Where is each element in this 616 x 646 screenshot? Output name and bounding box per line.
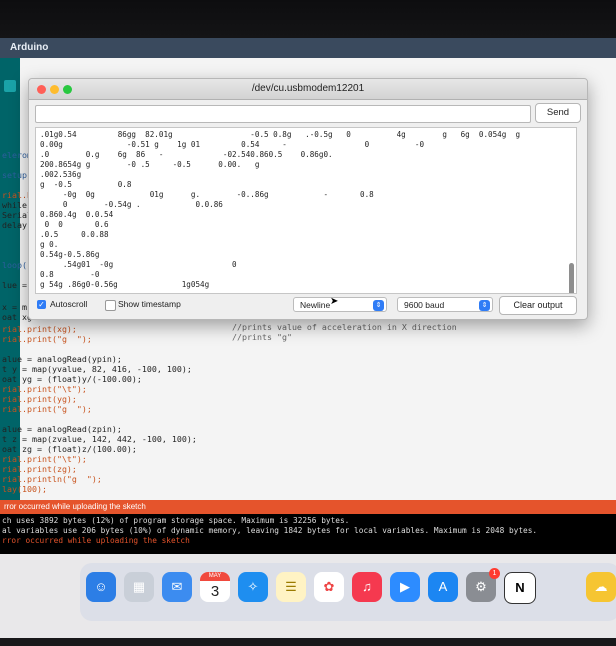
output-line: 0 0 0.6 bbox=[40, 220, 109, 229]
code-line: rial.print(xg); bbox=[2, 324, 77, 334]
send-button[interactable]: Send bbox=[535, 103, 581, 123]
autoscroll-label: Autoscroll bbox=[50, 299, 88, 309]
code-line: oat yg = (float)y/(-100.00); bbox=[2, 374, 142, 384]
app-name: Arduino bbox=[10, 42, 49, 53]
code-line: oat zg = (float)z/(100.00); bbox=[2, 444, 137, 454]
code-line: rial.print("g "); bbox=[2, 404, 92, 414]
dock: ☺ ▦ ✉ MAY 3 ✧ ☰ ✿ ♫ ▶ A ⚙ 1 N ☁ bbox=[80, 563, 616, 621]
serial-controls: ✓ Autoscroll Show timestamp Newline ⇕ 96… bbox=[35, 296, 581, 315]
serial-output[interactable]: .01g0.54 86gg 82.01g -0.5 0.8g .-0.5g 0 … bbox=[35, 127, 577, 294]
mail-icon[interactable]: ✉ bbox=[162, 572, 192, 602]
code-comment: //prints "g" bbox=[232, 332, 292, 342]
notion-icon[interactable]: N bbox=[504, 572, 536, 604]
send-row: Send bbox=[35, 103, 581, 123]
chevron-updown-icon: ⇕ bbox=[479, 300, 490, 311]
output-line: g 0. bbox=[40, 240, 59, 249]
code-fragment: x = m bbox=[2, 302, 27, 312]
console-line: al variables use 206 bytes (10%) of dyna… bbox=[2, 526, 538, 535]
output-line: -0g 0g 01g g. -0..86g - 0.8 bbox=[40, 190, 374, 199]
weather-icon[interactable]: ☁ bbox=[586, 572, 616, 602]
code-line: t y = map(yvalue, 82, 416, -100, 100); bbox=[2, 364, 192, 374]
chevron-updown-icon: ⇕ bbox=[373, 300, 384, 311]
output-line: 0.54g-0.5.86g bbox=[40, 250, 100, 259]
photos-icon[interactable]: ✿ bbox=[314, 572, 344, 602]
calendar-month: MAY bbox=[200, 572, 230, 581]
timestamp-label: Show timestamp bbox=[118, 299, 181, 309]
serial-send-input[interactable] bbox=[35, 105, 531, 123]
code-line: alue = analogRead(ypin); bbox=[2, 354, 122, 364]
output-line: 0.860.4g 0.0.54 bbox=[40, 210, 114, 219]
safari-icon[interactable]: ✧ bbox=[238, 572, 268, 602]
baud-rate-select[interactable]: 9600 baud ⇕ bbox=[397, 297, 493, 312]
code-line: rial.print("\t"); bbox=[2, 384, 87, 394]
screen: Arduino eleromo setup( rial.be while ( S… bbox=[0, 38, 616, 638]
code-line: alue = analogRead(zpin); bbox=[2, 424, 122, 434]
baud-rate-value: 9600 baud bbox=[404, 300, 445, 310]
output-line: g 54g .86g0-0.56g 1g054g bbox=[40, 280, 210, 289]
system-settings-icon[interactable]: ⚙ 1 bbox=[466, 568, 500, 602]
finder-icon[interactable]: ☺ bbox=[86, 572, 116, 602]
autoscroll-checkbox[interactable]: ✓ bbox=[37, 300, 46, 309]
output-line: 0 -0.54g . 0.0.86 bbox=[40, 200, 223, 209]
code-line: rial.print(yg); bbox=[2, 394, 77, 404]
output-line: 200.8654g g -0 .5 -0.5 0.00. g bbox=[40, 160, 260, 169]
code-line: t z = map(zvalue, 142, 442, -100, 100); bbox=[2, 434, 197, 444]
line-ending-value: Newline bbox=[300, 300, 331, 310]
error-message: rror occurred while uploading the sketch bbox=[4, 502, 146, 511]
console-line: rror occurred while uploading the sketch bbox=[2, 536, 190, 545]
mouse-cursor-icon: ➤ bbox=[330, 296, 339, 307]
console-line: ch uses 3892 bytes (12%) of program stor… bbox=[2, 516, 350, 525]
code-line: lay(100); bbox=[2, 484, 47, 494]
serial-port-title: /dev/cu.usbmodem12201 bbox=[251, 83, 365, 94]
calendar-icon[interactable]: MAY 3 bbox=[200, 572, 230, 602]
menu-bar: Arduino bbox=[0, 38, 616, 58]
output-line: .0.5 0.0.88 bbox=[40, 230, 109, 239]
code-line: rial.print("g "); bbox=[2, 334, 92, 344]
output-line: .54g01 -0g 0 bbox=[40, 260, 237, 269]
arduino-ide: eleromo setup( rial.be while ( Serial de… bbox=[0, 58, 616, 528]
output-line: .002.536g bbox=[40, 170, 82, 179]
output-line: .0 0.g 6g 86 - -02.540.860.5 0.86g0. bbox=[40, 150, 333, 159]
error-bar: rror occurred while uploading the sketch bbox=[0, 500, 616, 514]
launchpad-icon[interactable]: ▦ bbox=[124, 572, 154, 602]
output-scrollbar[interactable] bbox=[569, 263, 574, 293]
notes-icon[interactable]: ☰ bbox=[276, 572, 306, 602]
music-icon[interactable]: ♫ bbox=[352, 572, 382, 602]
calendar-day: 3 bbox=[210, 583, 220, 600]
output-console[interactable]: ch uses 3892 bytes (12%) of program stor… bbox=[0, 514, 616, 554]
output-line: g -0.5 0.8 bbox=[40, 180, 132, 189]
serial-monitor-window: /dev/cu.usbmodem12201 Send .01g0.54 86gg… bbox=[28, 78, 588, 320]
notification-badge: 1 bbox=[489, 568, 500, 579]
output-line: .01g0.54 86gg 82.01g -0.5 0.8g .-0.5g 0 … bbox=[40, 130, 521, 139]
code-line: rial.println("g "); bbox=[2, 474, 102, 484]
line-ending-select[interactable]: Newline ⇕ bbox=[293, 297, 387, 312]
timestamp-checkbox[interactable] bbox=[105, 300, 116, 311]
code-comment: //prints value of acceleration in X dire… bbox=[232, 322, 457, 332]
clear-output-button[interactable]: Clear output bbox=[499, 296, 577, 315]
zoom-icon[interactable]: ▶ bbox=[390, 572, 420, 602]
output-line: 0.8 -0 bbox=[40, 270, 100, 279]
code-line: rial.print("\t"); bbox=[2, 454, 87, 464]
output-line: 0.00g -0.51 g 1g 01 0.54 - 0 -0 bbox=[40, 140, 425, 149]
code-line: rial.print(zg); bbox=[2, 464, 77, 474]
serial-titlebar: /dev/cu.usbmodem12201 bbox=[29, 79, 587, 100]
app-store-icon[interactable]: A bbox=[428, 572, 458, 602]
